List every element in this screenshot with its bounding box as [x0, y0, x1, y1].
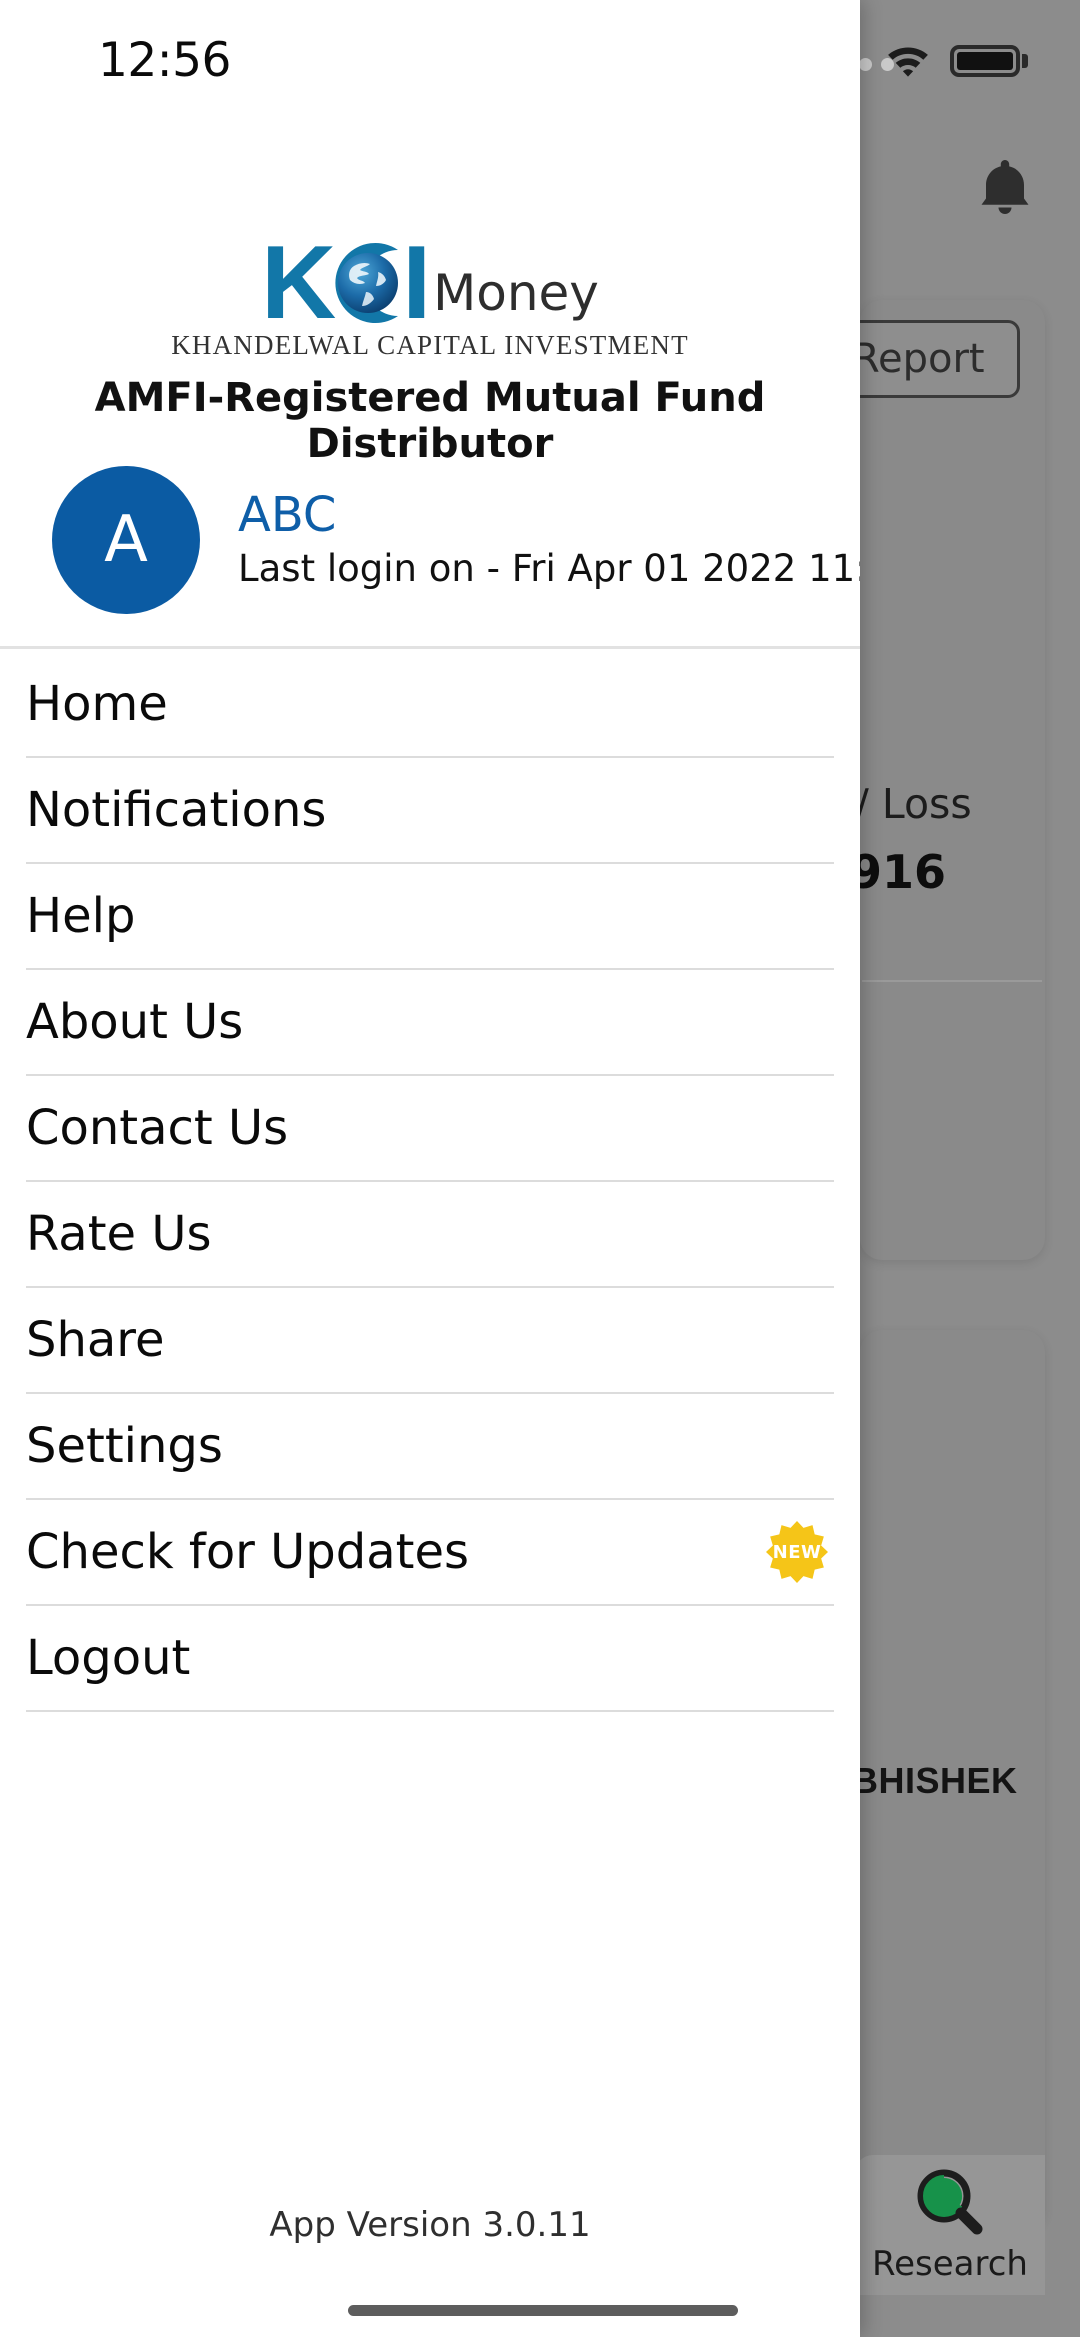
- logo-company-line: KHANDELWAL CAPITAL INVESTMENT: [171, 330, 689, 360]
- menu-item-settings[interactable]: Settings: [0, 1394, 860, 1498]
- drawer-status-bar: 12:56: [0, 0, 860, 110]
- home-indicator[interactable]: [348, 2305, 738, 2316]
- menu-item-check-for-updates[interactable]: Check for Updates NEW: [0, 1500, 860, 1604]
- menu-item-logout[interactable]: Logout: [0, 1606, 860, 1710]
- logo-money-word: Money: [433, 264, 599, 322]
- app-logo: K I Money KHANDELWAL CAPITAL INVESTMENT: [0, 231, 860, 361]
- menu-item-label: Help: [26, 888, 136, 944]
- logo-wordmark: K I Money: [261, 231, 599, 335]
- profile-last-login: Last login on - Fri Apr 01 2022 11:56: [238, 547, 860, 591]
- profit-loss-label: / Loss: [855, 780, 972, 828]
- menu-item-label: Contact Us: [26, 1100, 289, 1156]
- user-profile-section[interactable]: A ABC Last login on - Fri Apr 01 2022 11…: [0, 445, 860, 635]
- client-name-label: BHISHEK: [852, 1760, 1018, 1801]
- menu-item-label: Notifications: [26, 782, 327, 838]
- status-bar-clock: 12:56: [98, 33, 231, 88]
- menu-item-label: Settings: [26, 1418, 223, 1474]
- tab-research[interactable]: Research: [855, 2155, 1045, 2295]
- menu-item-label: Check for Updates: [26, 1524, 470, 1580]
- battery-cap-icon: [1022, 54, 1028, 68]
- battery-icon: [950, 45, 1020, 77]
- navigation-drawer[interactable]: 12:56 K I Money KHANDELWAL CAPITAL INVES…: [0, 0, 860, 2337]
- research-magnifier-icon: [917, 2169, 983, 2235]
- menu-item-help[interactable]: Help: [0, 864, 860, 968]
- menu-item-home[interactable]: Home: [0, 652, 860, 756]
- menu-item-label: Home: [26, 676, 168, 732]
- menu-item-notifications[interactable]: Notifications: [0, 758, 860, 862]
- menu-item-rate-us[interactable]: Rate Us: [0, 1182, 860, 1286]
- profile-username: ABC: [238, 486, 337, 543]
- app-screen: Report / Loss 916 BHISHEK Research 12:56…: [0, 0, 1080, 2337]
- drawer-menu-list: Home Notifications Help About Us Contact Us R…: [0, 652, 860, 1712]
- menu-item-share[interactable]: Share: [0, 1288, 860, 1392]
- tab-research-label: Research: [872, 2244, 1028, 2284]
- new-badge-text: NEW: [772, 1541, 822, 1563]
- avatar: A: [52, 466, 200, 614]
- menu-divider: [26, 1710, 834, 1712]
- background-card-divider: [862, 980, 1042, 982]
- app-version-label: App Version 3.0.11: [269, 2205, 591, 2245]
- menu-item-label: Rate Us: [26, 1206, 212, 1262]
- notification-bell-icon[interactable]: [978, 158, 1032, 216]
- menu-item-label: Logout: [26, 1630, 191, 1686]
- menu-item-contact-us[interactable]: Contact Us: [0, 1076, 860, 1180]
- globe-icon: [322, 240, 408, 326]
- menu-item-label: About Us: [26, 994, 244, 1050]
- profit-loss-value: 916: [850, 845, 947, 899]
- header-divider: [0, 646, 860, 649]
- menu-item-about-us[interactable]: About Us: [0, 970, 860, 1074]
- new-badge: NEW: [766, 1521, 828, 1583]
- report-button[interactable]: Report: [835, 320, 1020, 398]
- wifi-icon: [888, 47, 928, 77]
- menu-item-label: Share: [26, 1312, 165, 1368]
- profile-text-block: ABC Last login on - Fri Apr 01 2022 11:5…: [238, 486, 860, 591]
